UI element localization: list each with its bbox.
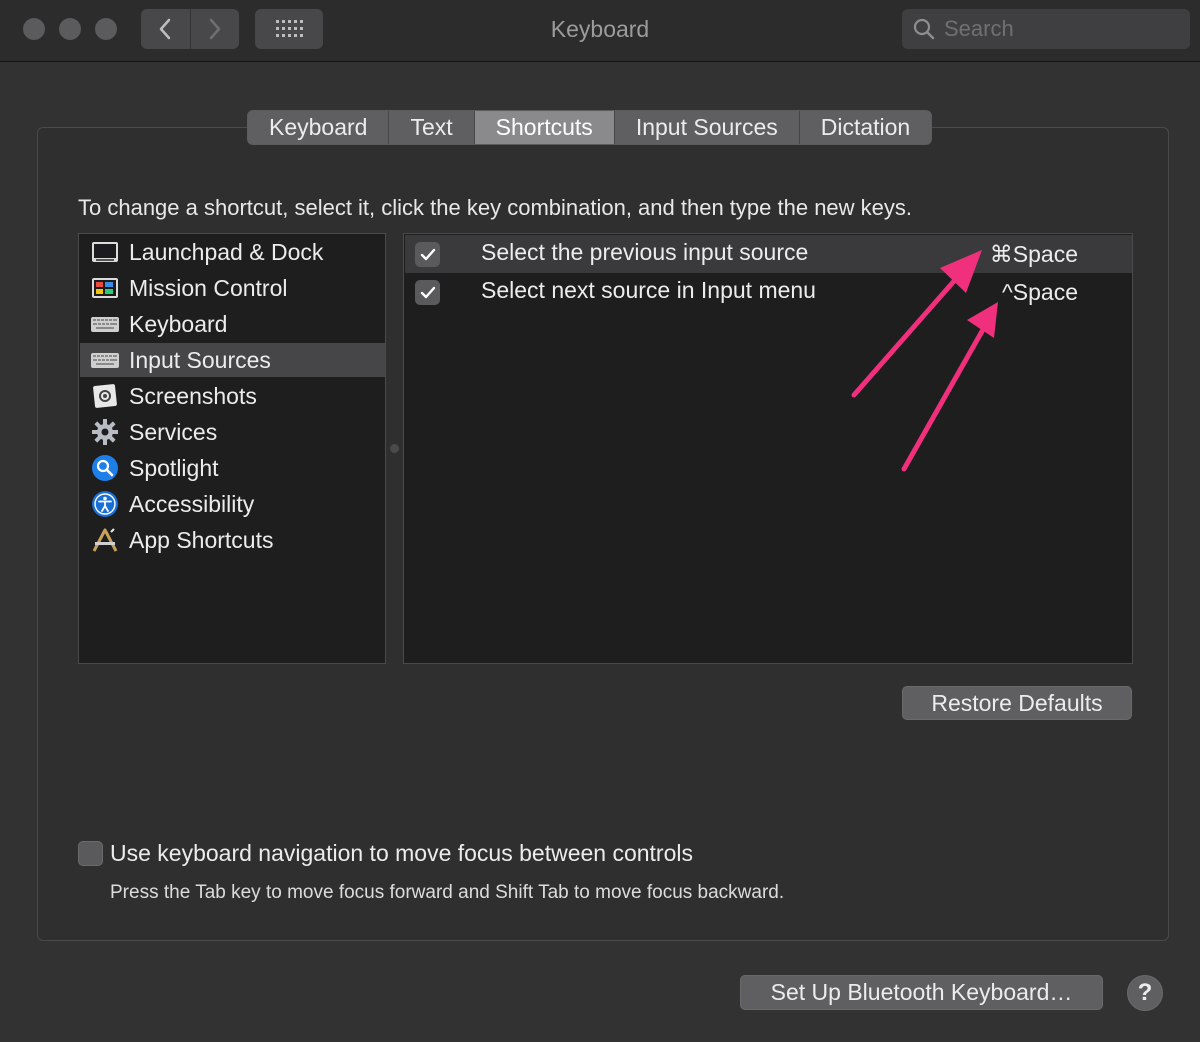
tab-bar: Keyboard Text Shortcuts Input Sources Di…	[247, 110, 933, 145]
help-button[interactable]: ?	[1127, 975, 1163, 1011]
search-icon	[913, 18, 935, 40]
category-app-shortcuts[interactable]: App Shortcuts	[80, 523, 385, 557]
tab-input-sources[interactable]: Input Sources	[613, 111, 799, 144]
category-label: Screenshots	[129, 382, 257, 409]
tab-dictation[interactable]: Dictation	[798, 111, 931, 144]
category-input-sources[interactable]: Input Sources	[80, 343, 385, 377]
checkmark-icon	[420, 248, 435, 260]
category-label: Mission Control	[129, 274, 288, 301]
category-spotlight[interactable]: Spotlight	[80, 451, 385, 485]
instruction-text: To change a shortcut, select it, click t…	[78, 195, 913, 220]
launchpad-dock-icon	[91, 238, 119, 266]
category-services[interactable]: Services	[80, 415, 385, 449]
shortcut-list: Select the previous input source ⌘Space …	[403, 233, 1133, 664]
title-bar: Keyboard	[0, 0, 1200, 62]
keyboard-icon	[91, 346, 119, 374]
shortcut-row[interactable]: Select next source in Input menu ^Space	[405, 273, 1132, 311]
category-label: Launchpad & Dock	[129, 238, 324, 265]
category-mission-control[interactable]: Mission Control	[80, 271, 385, 305]
category-launchpad-dock[interactable]: Launchpad & Dock	[80, 235, 385, 269]
setup-bluetooth-keyboard-button[interactable]: Set Up Bluetooth Keyboard…	[740, 975, 1103, 1010]
gear-icon	[91, 418, 119, 446]
restore-defaults-button[interactable]: Restore Defaults	[902, 686, 1132, 720]
tab-text[interactable]: Text	[388, 111, 473, 144]
keyboard-icon	[91, 310, 119, 338]
shortcut-checkbox[interactable]	[415, 280, 440, 305]
category-label: Services	[129, 418, 218, 445]
search-input[interactable]	[944, 15, 1174, 43]
mission-control-icon	[91, 274, 119, 302]
tab-shortcuts[interactable]: Shortcuts	[473, 111, 614, 144]
screenshot-icon	[91, 382, 119, 410]
tab-keyboard[interactable]: Keyboard	[248, 111, 388, 144]
category-label: Keyboard	[129, 310, 228, 337]
keyboard-navigation-checkbox[interactable]	[78, 841, 103, 866]
checkmark-icon	[420, 286, 435, 298]
shortcut-label: Select next source in Input menu	[481, 277, 816, 303]
shortcut-row[interactable]: Select the previous input source ⌘Space	[405, 235, 1132, 273]
search-field[interactable]	[902, 9, 1190, 49]
app-shortcuts-icon	[91, 526, 119, 554]
category-keyboard[interactable]: Keyboard	[80, 307, 385, 341]
category-accessibility[interactable]: Accessibility	[80, 487, 385, 521]
keyboard-navigation-hint: Press the Tab key to move focus forward …	[110, 882, 785, 903]
category-label: Spotlight	[129, 454, 219, 481]
shortcut-label: Select the previous input source	[481, 239, 809, 265]
category-screenshots[interactable]: Screenshots	[80, 379, 385, 413]
shortcut-category-list: Launchpad & Dock Mission Control Keyboar…	[78, 233, 386, 664]
shortcut-key-combination[interactable]: ⌘Space	[990, 241, 1078, 268]
category-label: Accessibility	[129, 490, 255, 517]
split-view-divider[interactable]	[390, 444, 399, 453]
shortcut-key-combination[interactable]: ^Space	[1002, 279, 1078, 306]
accessibility-icon	[91, 490, 119, 518]
keyboard-navigation-label[interactable]: Use keyboard navigation to move focus be…	[110, 840, 693, 867]
category-label: Input Sources	[129, 346, 271, 373]
category-label: App Shortcuts	[129, 526, 274, 553]
shortcut-checkbox[interactable]	[415, 242, 440, 267]
spotlight-search-icon	[91, 454, 119, 482]
